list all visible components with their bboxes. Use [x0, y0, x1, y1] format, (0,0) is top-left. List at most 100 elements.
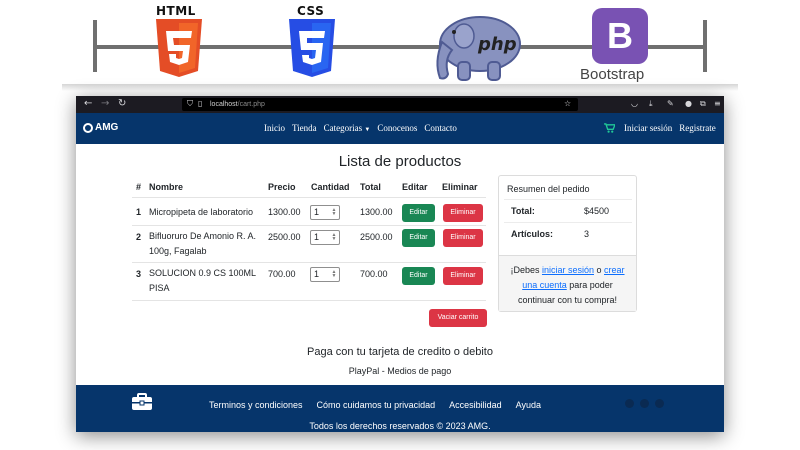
total-value: $4500 [584, 206, 610, 216]
nav-link-conocenos[interactable]: Conocenos [377, 122, 417, 136]
banner-cap-left [93, 20, 97, 72]
caret-down-icon: ▼ [364, 127, 371, 133]
reload-icon[interactable]: ↻ [118, 97, 126, 111]
tools-icon[interactable]: ✎ [667, 99, 674, 109]
summary-title: Resumen del pedido [507, 184, 590, 194]
footer-link-help[interactable]: Ayuda [516, 399, 541, 411]
nav-account: Iniciar sesión Registrate [604, 122, 716, 134]
pocket-icon[interactable]: ◡ [631, 99, 638, 109]
url-host: localhost [210, 101, 238, 108]
total-label: Total: [511, 206, 535, 216]
cart-icon[interactable] [604, 123, 615, 133]
site-navbar: AMG Inicio Tienda Categorias ▼ Conocenos… [76, 113, 724, 144]
note-or: o [594, 265, 605, 275]
facebook-icon[interactable] [625, 399, 634, 408]
instagram-icon[interactable] [640, 399, 649, 408]
login-prompt-link[interactable]: iniciar sesión [542, 265, 594, 275]
delete-button[interactable]: Eliminar [443, 267, 483, 285]
spinner-icon[interactable]: ▲ ▼ [331, 233, 337, 242]
table-row: 2 Bifluoruro De Amonio R. A. 100g, Fagal… [132, 226, 486, 263]
bootstrap-logo-icon: B [592, 8, 648, 64]
header-nombre: Nombre [149, 182, 184, 192]
menu-icon[interactable]: ≡ [714, 99, 721, 109]
row-price: 2500.00 [268, 232, 301, 242]
spinner-icon[interactable]: ▲ ▼ [331, 270, 337, 279]
summary-row-total: Total: $4500 [504, 199, 632, 222]
extension-icon[interactable]: ● [685, 99, 692, 109]
table-row: 1 Micropipeta de laboratorio 1300.00 1 ▲ ▼… [132, 198, 486, 226]
table-row: 3 SOLUCION 0.9 CS 100ML PISA 700.00 1 ▲ ▼ … [132, 263, 486, 301]
register-link[interactable]: Registrate [679, 122, 716, 134]
edit-button[interactable]: Editar [402, 204, 435, 222]
quantity-input[interactable]: 1 ▲ ▼ [310, 205, 340, 220]
row-total: 2500.00 [360, 232, 393, 242]
row-name: Bifluoruro De Amonio R. A. 100g, Fagalab [149, 231, 257, 256]
delete-button[interactable]: Eliminar [443, 204, 483, 222]
twitter-icon[interactable] [655, 399, 664, 408]
brand-logo[interactable]: AMG [83, 121, 118, 135]
brand-mark-icon [83, 123, 93, 133]
table-header: # Nombre Precio Cantidad Total Editar El… [132, 176, 486, 198]
row-price: 700.00 [268, 269, 296, 279]
nav-dropdown-categorias[interactable]: Categorias ▼ [324, 122, 371, 136]
clear-cart-button[interactable]: Vaciar carrito [429, 309, 487, 327]
footer-link-terms[interactable]: Terminos y condiciones [209, 399, 303, 411]
row-price: 1300.00 [268, 207, 301, 217]
social-links [625, 399, 664, 408]
login-link[interactable]: Iniciar sesión [624, 122, 672, 134]
php-elephant-logo-icon: php [436, 16, 521, 81]
css3-logo-icon [289, 19, 335, 77]
footer-link-privacy[interactable]: Cómo cuidamos tu privacidad [317, 399, 436, 411]
nav-link-tienda[interactable]: Tienda [292, 122, 317, 136]
header-eliminar: Eliminar [442, 182, 478, 192]
php-label: php [477, 34, 517, 55]
header-num: # [136, 182, 142, 192]
header-precio: Precio [268, 182, 296, 192]
url-bar[interactable]: ⛉ ▯ localhost/cart.php ☆ [182, 98, 578, 111]
quantity-value: 1 [314, 207, 320, 217]
share-icon[interactable]: ⧉ [700, 99, 706, 109]
copyright: Todos los derechos reservados © 2023 AMG… [309, 421, 491, 431]
row-total: 700.00 [360, 269, 388, 279]
download-icon[interactable]: ⤓ [649, 99, 653, 109]
edit-button[interactable]: Editar [402, 267, 435, 285]
banner-cap-right [703, 20, 707, 72]
html5-logo-icon [156, 19, 202, 77]
edit-button[interactable]: Editar [402, 229, 435, 247]
row-name: SOLUCION 0.9 CS 100ML PISA [149, 268, 256, 293]
forward-icon[interactable]: → [101, 97, 109, 111]
row-num: 1 [136, 207, 142, 217]
nav-link-inicio[interactable]: Inicio [264, 122, 285, 136]
footer-link-accessibility[interactable]: Accesibilidad [449, 399, 502, 411]
banner-shadow [62, 84, 738, 91]
quantity-input[interactable]: 1 ▲ ▼ [310, 230, 340, 245]
payment-title: Paga con tu tarjeta de credito o debito [307, 346, 493, 358]
url-text: localhost/cart.php [210, 98, 265, 111]
nav-link-contacto[interactable]: Contacto [424, 122, 457, 136]
summary-row-items: Artículos: 3 [504, 222, 632, 245]
spinner-icon[interactable]: ▲ ▼ [331, 208, 337, 217]
bookmark-star-icon[interactable]: ☆ [564, 99, 571, 109]
row-num: 3 [136, 269, 142, 279]
row-num: 2 [136, 232, 142, 242]
briefcase-icon [132, 393, 152, 410]
browser-screenshot: ← → ↻ ⛉ ▯ localhost/cart.php ☆ ◡ ⤓ ✎ ● ⧉… [76, 96, 724, 432]
site-footer: Terminos y condiciones Cómo cuidamos tu … [76, 385, 724, 432]
quantity-input[interactable]: 1 ▲ ▼ [310, 267, 340, 282]
brand-name: AMG [95, 122, 119, 133]
nav-link-categorias: Categorias [323, 123, 363, 133]
css-label: CSS [297, 4, 325, 18]
order-summary-card: Resumen del pedido Total: $4500 Artículo… [498, 175, 637, 312]
summary-login-note: ¡Debes iniciar sesión o crear una cuenta… [499, 255, 636, 311]
delete-button[interactable]: Eliminar [443, 229, 483, 247]
footer-links: Terminos y condiciones Cómo cuidamos tu … [209, 399, 541, 411]
row-total: 1300.00 [360, 207, 393, 217]
row-name: Micropipeta de laboratorio [149, 207, 254, 217]
items-label: Artículos: [511, 229, 554, 239]
quantity-value: 1 [314, 269, 320, 279]
back-icon[interactable]: ← [84, 97, 92, 111]
page-title: Lista de productos [338, 153, 462, 170]
header-editar: Editar [402, 182, 428, 192]
tech-banner: HTML CSS php B Bootstrap [0, 0, 800, 92]
quantity-value: 1 [314, 232, 320, 242]
